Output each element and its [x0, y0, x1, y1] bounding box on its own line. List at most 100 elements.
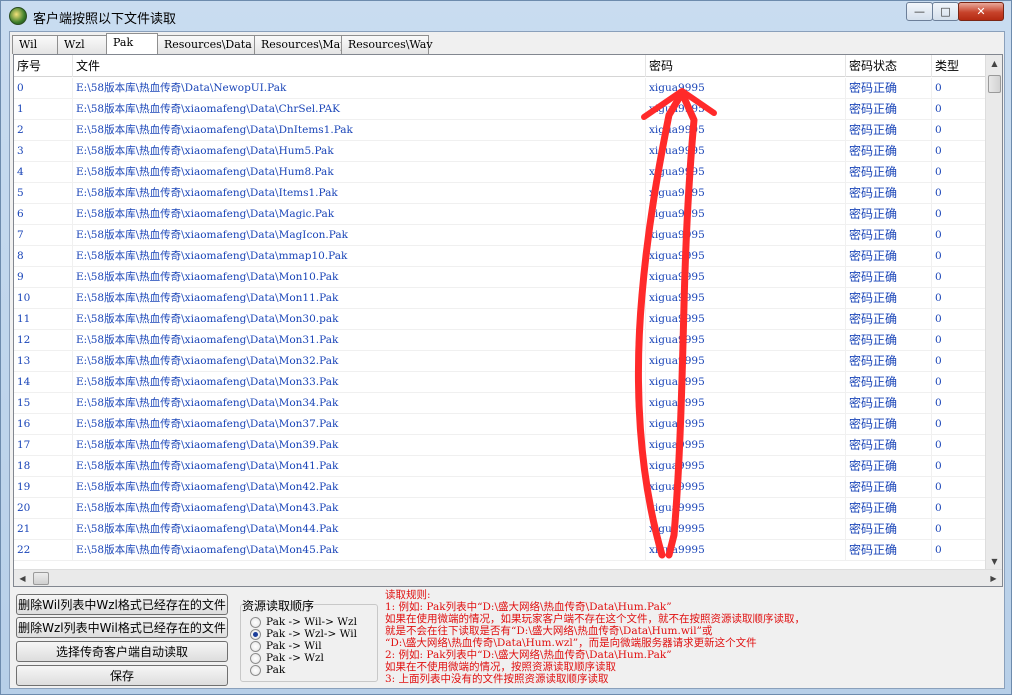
row-file: E:\58版本库\热血传奇\xiaomafeng\Data\Mon34.Pak	[73, 393, 646, 414]
table-row[interactable]: 15 E:\58版本库\热血传奇\xiaomafeng\Data\Mon34.Pa…	[14, 393, 986, 414]
row-password: xigua9995	[646, 225, 846, 246]
tab-strip: Wil Wzl Pak Resources\Data Resources\Map…	[12, 33, 433, 54]
row-password: xigua9995	[646, 498, 846, 519]
row-password-status: 密码正确	[846, 435, 932, 456]
column-header-password-status[interactable]: 密码状态	[846, 55, 932, 77]
app-icon	[9, 7, 27, 25]
order-option-1[interactable]: Pak -> Wil-> Wzl	[250, 616, 357, 628]
row-index: 14	[14, 372, 73, 393]
horizontal-scroll-thumb[interactable]	[33, 572, 49, 585]
row-type: 0	[932, 246, 986, 267]
order-option-4[interactable]: Pak -> Wzl	[250, 652, 324, 664]
row-password: xigua9995	[646, 267, 846, 288]
row-password-status: 密码正确	[846, 246, 932, 267]
table-row[interactable]: 8 E:\58版本库\热血传奇\xiaomafeng\Data\mmap10.Pa…	[14, 246, 986, 267]
table-row[interactable]: 10 E:\58版本库\热血传奇\xiaomafeng\Data\Mon11.Pa…	[14, 288, 986, 309]
maximize-button[interactable]: □	[932, 2, 959, 21]
tab-pak[interactable]: Pak	[106, 33, 158, 54]
table-row[interactable]: 12 E:\58版本库\热血传奇\xiaomafeng\Data\Mon31.Pa…	[14, 330, 986, 351]
vertical-scrollbar[interactable]: ▲ ▼	[985, 55, 1002, 570]
tab-wil[interactable]: Wil	[12, 35, 58, 54]
column-header-index[interactable]: 序号	[14, 55, 73, 77]
table-row[interactable]: 7 E:\58版本库\热血传奇\xiaomafeng\Data\MagIcon.P…	[14, 225, 986, 246]
row-file: E:\58版本库\热血传奇\xiaomafeng\Data\Mon37.Pak	[73, 414, 646, 435]
row-password-status: 密码正确	[846, 120, 932, 141]
table-row[interactable]: 19 E:\58版本库\热血传奇\xiaomafeng\Data\Mon42.Pa…	[14, 477, 986, 498]
scroll-left-icon[interactable]: ◀	[14, 570, 31, 586]
scroll-down-icon[interactable]: ▼	[986, 553, 1002, 570]
tab-resources-map[interactable]: Resources\Map	[254, 35, 347, 54]
row-type: 0	[932, 456, 986, 477]
order-option-2[interactable]: Pak -> Wzl-> Wil	[250, 628, 357, 640]
scroll-right-icon[interactable]: ▶	[985, 570, 1002, 586]
close-button[interactable]: ✕	[958, 2, 1004, 21]
row-password-status: 密码正确	[846, 99, 932, 120]
row-type: 0	[932, 288, 986, 309]
row-index: 20	[14, 498, 73, 519]
row-type: 0	[932, 330, 986, 351]
rule-line: 如果在不使用微端的情况，按照资源读取顺序读取	[385, 661, 616, 673]
table-row[interactable]: 16 E:\58版本库\热血传奇\xiaomafeng\Data\Mon37.Pa…	[14, 414, 986, 435]
radio-checked-icon	[250, 628, 261, 640]
row-password-status: 密码正确	[846, 267, 932, 288]
tab-wzl[interactable]: Wzl	[57, 35, 107, 54]
table-row[interactable]: 22 E:\58版本库\热血传奇\xiaomafeng\Data\Mon45.Pa…	[14, 540, 986, 561]
row-password-status: 密码正确	[846, 456, 932, 477]
order-option-5[interactable]: Pak	[250, 664, 285, 676]
delete-wzl-duplicates-button[interactable]: 删除Wzl列表中Wil格式已经存在的文件	[16, 617, 228, 638]
table-row[interactable]: 13 E:\58版本库\热血传奇\xiaomafeng\Data\Mon32.Pa…	[14, 351, 986, 372]
row-index: 10	[14, 288, 73, 309]
row-index: 4	[14, 162, 73, 183]
column-header-type[interactable]: 类型	[932, 55, 986, 77]
table-row[interactable]: 21 E:\58版本库\热血传奇\xiaomafeng\Data\Mon44.Pa…	[14, 519, 986, 540]
tab-resources-wav[interactable]: Resources\Wav	[341, 35, 433, 54]
row-type: 0	[932, 372, 986, 393]
column-header-file[interactable]: 文件	[73, 55, 646, 77]
table-row[interactable]: 11 E:\58版本库\热血传奇\xiaomafeng\Data\Mon30.pa…	[14, 309, 986, 330]
table-row[interactable]: 3 E:\58版本库\热血传奇\xiaomafeng\Data\Hum5.Pak x…	[14, 141, 986, 162]
table-row[interactable]: 9 E:\58版本库\热血传奇\xiaomafeng\Data\Mon10.Pak…	[14, 267, 986, 288]
row-password: xigua9995	[646, 519, 846, 540]
choose-client-button[interactable]: 选择传奇客户端自动读取	[16, 641, 228, 662]
pak-file-list[interactable]: 序号 文件 密码 密码状态 类型 0 E:\58版本库\热血传奇\Data\New…	[13, 54, 1003, 587]
row-password: xigua9995	[646, 288, 846, 309]
row-password-status: 密码正确	[846, 225, 932, 246]
horizontal-scrollbar[interactable]: ◀ ▶	[14, 569, 1002, 586]
table-row[interactable]: 4 E:\58版本库\热血传奇\xiaomafeng\Data\Hum8.Pak x…	[14, 162, 986, 183]
table-row[interactable]: 5 E:\58版本库\热血传奇\xiaomafeng\Data\Items1.Pa…	[14, 183, 986, 204]
row-type: 0	[932, 204, 986, 225]
row-password-status: 密码正确	[846, 372, 932, 393]
row-index: 18	[14, 456, 73, 477]
row-file: E:\58版本库\热血传奇\xiaomafeng\Data\Mon39.Pak	[73, 435, 646, 456]
title-bar[interactable]: 客户端按照以下文件读取 — □ ✕	[1, 1, 1011, 31]
table-row[interactable]: 0 E:\58版本库\热血传奇\Data\NewopUI.Pak xigua9995…	[14, 78, 986, 99]
table-row[interactable]: 20 E:\58版本库\热血传奇\xiaomafeng\Data\Mon43.Pa…	[14, 498, 986, 519]
rule-line: 读取规则:	[385, 589, 431, 601]
row-type: 0	[932, 540, 986, 561]
table-row[interactable]: 14 E:\58版本库\热血传奇\xiaomafeng\Data\Mon33.Pa…	[14, 372, 986, 393]
table-row[interactable]: 1 E:\58版本库\热血传奇\xiaomafeng\Data\ChrSel.PA…	[14, 99, 986, 120]
table-row[interactable]: 2 E:\58版本库\热血传奇\xiaomafeng\Data\DnItems1.…	[14, 120, 986, 141]
vertical-scroll-thumb[interactable]	[988, 75, 1001, 93]
row-file: E:\58版本库\热血传奇\xiaomafeng\Data\DnItems1.P…	[73, 120, 646, 141]
row-password: xigua9995	[646, 246, 846, 267]
row-index: 21	[14, 519, 73, 540]
row-file: E:\58版本库\热血传奇\xiaomafeng\Data\Mon42.Pak	[73, 477, 646, 498]
delete-wil-duplicates-button[interactable]: 删除Wil列表中Wzl格式已经存在的文件	[16, 594, 228, 615]
row-file: E:\58版本库\热血传奇\xiaomafeng\Data\Magic.Pak	[73, 204, 646, 225]
rule-line: 就是不会在往下读取是否有“D:\盛大网络\热血传奇\Data\Hum.wil”或	[385, 625, 713, 637]
column-header-password[interactable]: 密码	[646, 55, 846, 77]
tab-resources-data[interactable]: Resources\Data	[157, 35, 255, 54]
table-row[interactable]: 6 E:\58版本库\热血传奇\xiaomafeng\Data\Magic.Pak…	[14, 204, 986, 225]
row-index: 16	[14, 414, 73, 435]
save-button[interactable]: 保存	[16, 665, 228, 686]
rule-line: “D:\盛大网络\热血传奇\Data\Hum.wzl”，而是向微端服务器请求更新…	[385, 637, 757, 649]
table-row[interactable]: 17 E:\58版本库\热血传奇\xiaomafeng\Data\Mon39.Pa…	[14, 435, 986, 456]
table-row[interactable]: 18 E:\58版本库\热血传奇\xiaomafeng\Data\Mon41.Pa…	[14, 456, 986, 477]
row-password: xigua9995	[646, 78, 846, 99]
window-title: 客户端按照以下文件读取	[33, 12, 177, 27]
row-file: E:\58版本库\热血传奇\xiaomafeng\Data\Mon10.Pak	[73, 267, 646, 288]
minimize-button[interactable]: —	[906, 2, 933, 21]
order-option-3[interactable]: Pak -> Wil	[250, 640, 322, 652]
scroll-up-icon[interactable]: ▲	[986, 55, 1002, 72]
